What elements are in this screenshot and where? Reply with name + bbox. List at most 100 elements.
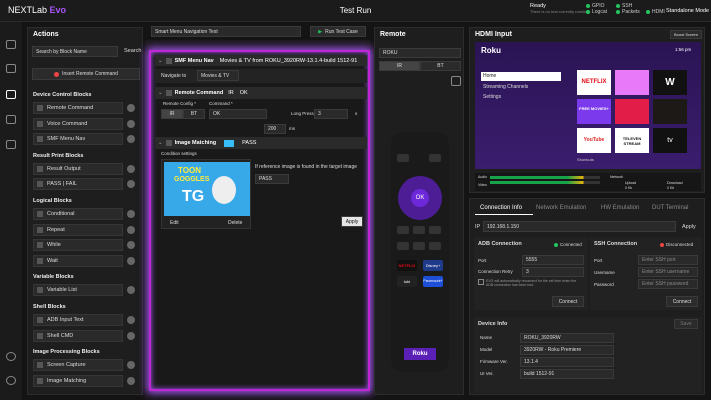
help-icon[interactable] <box>127 316 135 324</box>
condition-select[interactable]: PASS <box>255 174 289 184</box>
help-icon[interactable] <box>127 376 135 385</box>
ip-apply-button[interactable]: Apply <box>682 224 696 230</box>
block-item[interactable]: Wait <box>33 254 135 267</box>
forward-button[interactable] <box>429 242 441 250</box>
tab-connection-info[interactable]: Connection Info <box>480 205 522 211</box>
replay-button[interactable] <box>397 226 409 234</box>
block-search-select[interactable]: Search by Block Name <box>32 46 118 57</box>
tubi-button[interactable]: tubi <box>397 276 417 287</box>
block-item[interactable]: While <box>33 239 135 252</box>
tab-dut-terminal[interactable]: DUT Terminal <box>652 205 688 211</box>
remote-ir-toggle[interactable]: IR <box>379 61 420 71</box>
disney-button[interactable]: Disney+ <box>423 260 443 271</box>
device-save-button[interactable]: Save <box>674 319 698 329</box>
play-pause-button[interactable] <box>413 242 425 250</box>
block-label: Voice Command <box>47 120 88 127</box>
rewind-button[interactable] <box>397 242 409 250</box>
smf-menu-nav-block[interactable]: ⌄ SMF Menu Nav Movies & TV from ROKU_3920R… <box>149 50 370 391</box>
device-info-value: build 1512-91 <box>520 369 614 379</box>
monitor-icon[interactable] <box>6 90 16 99</box>
smf-block-header: ⌄ SMF Menu Nav Movies & TV from ROKU_3920R… <box>155 55 367 66</box>
collapse-icon[interactable]: ⌄ <box>158 90 163 96</box>
settings-icon[interactable] <box>6 352 16 361</box>
ssh-user-input[interactable]: Enter SSH username <box>638 267 698 277</box>
edit-button[interactable]: Edit <box>170 220 179 226</box>
remote-title: Remote <box>380 31 406 38</box>
help-icon[interactable] <box>127 119 135 128</box>
ip-input[interactable]: 192.168.1.150 <box>483 221 676 232</box>
adb-retry-input[interactable]: 3 <box>522 267 584 277</box>
screen-menu-home: Home <box>481 72 561 81</box>
navigate-select[interactable]: Movies & TV <box>197 70 239 81</box>
dpad[interactable]: OK <box>398 176 442 220</box>
delete-button[interactable]: Delete <box>228 220 242 226</box>
help-icon[interactable] <box>127 286 135 295</box>
search-button[interactable]: Search <box>124 48 141 54</box>
help-icon[interactable] <box>127 104 135 112</box>
help-icon[interactable] <box>127 225 135 234</box>
ok-button[interactable]: OK <box>411 189 429 207</box>
block-item[interactable]: ADB Input Text <box>33 314 135 326</box>
block-item[interactable]: PASS | FAIL <box>33 178 135 191</box>
layers-icon[interactable] <box>451 76 461 86</box>
home-icon[interactable] <box>6 40 16 49</box>
help-icon[interactable] <box>127 210 135 218</box>
collapse-icon[interactable]: ⌄ <box>158 140 163 146</box>
ssh-password-label: Password <box>594 282 614 287</box>
tile-youtube: YouTube <box>577 128 611 153</box>
block-item[interactable]: Repeat <box>33 223 135 236</box>
bt-toggle[interactable]: BT <box>183 109 205 119</box>
netflix-button[interactable]: NETFLIX <box>397 260 417 271</box>
ip-label: IP <box>475 224 481 230</box>
collapse-icon[interactable]: ⌄ <box>158 58 163 64</box>
command-select[interactable]: OK <box>209 109 267 119</box>
apply-button[interactable]: Apply <box>341 216 363 227</box>
ssh-password-input[interactable]: Enter SSH password <box>638 279 698 289</box>
home-button[interactable] <box>429 154 441 162</box>
block-item[interactable]: Conditional <box>33 208 135 220</box>
tab-hw-emulation[interactable]: HW Emulation <box>601 205 639 211</box>
ssh-connect-button[interactable]: Connect <box>666 296 698 307</box>
help-icon[interactable] <box>127 361 135 370</box>
tab-network-emulation[interactable]: Network Emulation <box>536 205 586 211</box>
insert-remote-command-button[interactable]: Insert Remote Command <box>32 68 140 80</box>
connection-panel: Connection Info Network Emulation HW Emu… <box>469 198 705 395</box>
long-press-input[interactable]: 3 <box>314 109 348 119</box>
help-icon[interactable] <box>127 241 135 250</box>
remote-bt-toggle[interactable]: BT <box>420 61 461 71</box>
block-item[interactable]: SMF Menu Nav <box>33 133 135 146</box>
ir-toggle[interactable]: IR <box>161 109 183 119</box>
help-icon[interactable] <box>127 164 135 173</box>
test-case-select[interactable]: Smart Menu Navigation Test <box>151 26 301 37</box>
back-button[interactable] <box>397 154 409 162</box>
mic-button[interactable] <box>413 226 425 234</box>
delay-input[interactable]: 200 <box>264 124 286 134</box>
ssh-port-input[interactable]: Enter SSH port <box>638 255 698 265</box>
adb-port-input[interactable]: 5555 <box>522 255 584 265</box>
run-test-case-button[interactable]: ▶ Run Test Case <box>310 26 366 37</box>
help-icon[interactable] <box>127 331 135 340</box>
adb-section: ADB Connection Connected Port 5555 Conne… <box>474 237 588 310</box>
help-icon[interactable] <box>127 135 135 144</box>
help-icon[interactable] <box>127 180 135 189</box>
power-icon[interactable] <box>6 376 16 385</box>
block-item[interactable]: Variable List <box>33 284 135 297</box>
block-item[interactable]: Voice Command <box>33 117 135 130</box>
block-item[interactable]: Screen Capture <box>33 359 135 372</box>
network-icon[interactable] <box>6 140 16 149</box>
video-icon[interactable] <box>6 115 16 124</box>
image-matching-header: ⌄ Image Matching PASS <box>155 137 367 149</box>
block-item[interactable]: Remote Command <box>33 102 135 114</box>
auto-reconnect-checkbox[interactable] <box>478 279 484 285</box>
remote-device-select[interactable]: ROKU <box>379 48 461 58</box>
adb-connect-button[interactable]: Connect <box>552 296 584 307</box>
block-item[interactable]: Result Output <box>33 162 135 175</box>
paramount-button[interactable]: Paramount+ <box>423 276 443 287</box>
options-button[interactable] <box>429 226 441 234</box>
audio-label: Audio <box>478 175 487 179</box>
folder-icon[interactable] <box>6 64 16 73</box>
block-item[interactable]: Shell CMD <box>33 329 135 342</box>
help-icon[interactable] <box>127 256 135 265</box>
block-item[interactable]: Image Matching <box>33 374 135 387</box>
boost-screen-button[interactable]: Boost Screen <box>670 30 702 39</box>
